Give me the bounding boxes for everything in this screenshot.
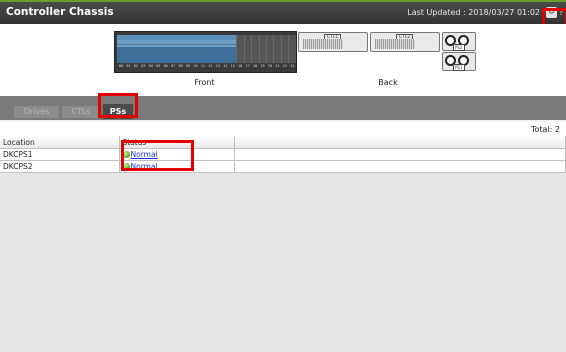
empty-cell <box>234 148 566 161</box>
total-count: Total: 2 <box>530 125 560 134</box>
drive-bay-number: 23 <box>290 64 295 68</box>
tab-ctls[interactable]: CTLs <box>62 106 100 118</box>
column-header-empty <box>234 136 566 149</box>
location-cell: DKCPS2 <box>0 160 120 173</box>
tab-drives[interactable]: Drives <box>14 106 59 118</box>
tab-bar: Drives CTLs PSs <box>0 96 566 122</box>
help-icon[interactable]: ? <box>559 8 565 17</box>
power-supply-label: PS1 <box>453 64 465 71</box>
column-header-location[interactable]: Location <box>0 136 120 149</box>
location-cell: DKCPS1 <box>0 148 120 161</box>
table-row[interactable]: DKCPS2 Normal <box>0 160 566 173</box>
grid-area: Location Status DKCPS1 Normal DKCPS2 Nor… <box>0 136 566 352</box>
controller-ctl2[interactable]: CTL2 <box>370 32 440 52</box>
power-supply-table: Location Status DKCPS1 Normal DKCPS2 Nor… <box>0 136 566 173</box>
column-header-status[interactable]: Status <box>119 136 235 149</box>
front-panel-image[interactable]: 00 01 02 03 04 05 06 07 08 09 10 11 12 13 14 15 16 17 18 19… <box>114 31 297 73</box>
status-normal-icon <box>122 151 130 158</box>
table-row[interactable]: DKCPS1 Normal <box>0 148 566 161</box>
front-label: Front <box>194 78 215 87</box>
status-link[interactable]: Normal <box>131 162 158 171</box>
status-cell: Normal <box>119 148 235 161</box>
drive-bay[interactable] <box>288 35 297 63</box>
chassis-view: 00 01 02 03 04 05 06 07 08 09 10 11 12 13 14 15 16 17 18 19… <box>0 24 566 97</box>
table-header-row: Location Status <box>0 136 566 149</box>
empty-cell <box>234 160 566 173</box>
tab-pss[interactable]: PSs <box>103 104 133 119</box>
power-supply-ps1[interactable]: PS1 <box>442 52 476 71</box>
page-title: Controller Chassis <box>6 6 114 18</box>
title-bar: Controller Chassis Last Updated : 2018/0… <box>0 2 566 24</box>
status-link[interactable]: Normal <box>131 150 158 159</box>
total-bar: Total: 2 <box>0 122 566 137</box>
vent-grill <box>303 39 343 49</box>
last-updated-text: Last Updated : 2018/03/27 01:02 <box>407 8 540 17</box>
back-label: Back <box>378 78 398 87</box>
controller-ctl1[interactable]: CTL1 <box>298 32 368 52</box>
status-cell: Normal <box>119 160 235 173</box>
power-supply-label: PS2 <box>453 44 465 51</box>
refresh-icon[interactable]: ↻ <box>546 7 557 18</box>
status-normal-icon <box>122 163 130 170</box>
power-supply-ps2[interactable]: PS2 <box>442 32 476 51</box>
vent-grill <box>375 39 415 49</box>
